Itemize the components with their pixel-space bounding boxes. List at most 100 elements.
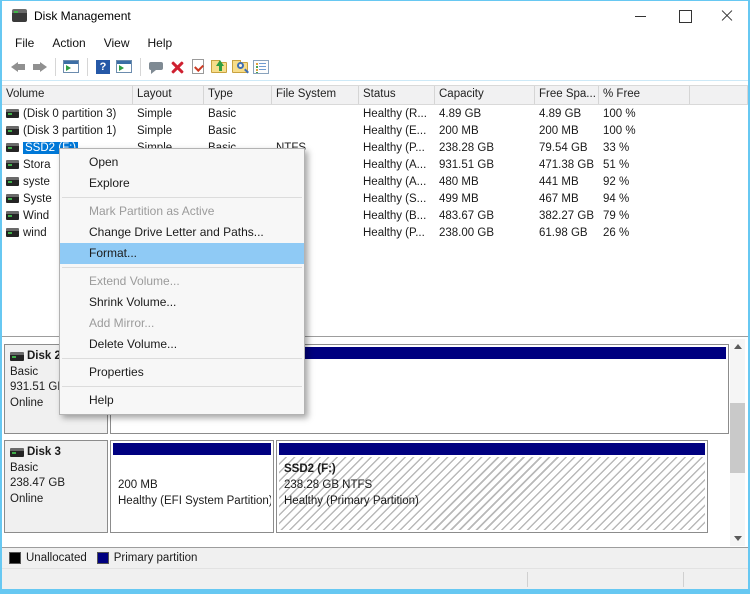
status-bar [2, 568, 748, 589]
menu-item-explore[interactable]: Explore [60, 173, 304, 194]
primary-partition-swatch [96, 552, 109, 564]
volume-name: (Disk 0 partition 3) [23, 107, 117, 120]
cell-free-space: 467 MB [539, 192, 579, 205]
volume-icon [6, 143, 19, 152]
menu-separator [62, 386, 302, 387]
menu-item-mark-partition-active: Mark Partition as Active [89, 204, 215, 218]
menu-item-open[interactable]: Open [60, 152, 304, 173]
cell-free-space: 382.27 GB [539, 209, 594, 222]
close-button[interactable] [710, 1, 744, 31]
volume-icon [6, 194, 19, 203]
toolbar-separator [87, 57, 88, 76]
cell-capacity: 931.51 GB [439, 158, 494, 171]
disk3-label[interactable]: Disk 3 Basic 238.47 GB Online [4, 440, 108, 533]
window-title: Disk Management [34, 9, 131, 23]
volume-name: wind [23, 226, 47, 239]
legend-label: Primary partition [113, 552, 198, 564]
disk3-name: Disk 3 [27, 446, 61, 458]
menu-item-properties[interactable]: Properties [60, 362, 304, 383]
folder-search-icon[interactable] [231, 58, 250, 76]
delete-x-icon[interactable] [168, 58, 187, 76]
cell-free-space: 79.54 GB [539, 141, 588, 154]
menu-item-help[interactable]: Help [60, 390, 304, 411]
menu-item-format[interactable]: Format... [60, 243, 304, 264]
forward-arrow-icon[interactable] [30, 58, 49, 76]
unallocated-swatch [9, 552, 21, 564]
menu-item-add-mirror: Add Mirror... [89, 316, 155, 330]
cell-pct-free: 92 % [603, 175, 630, 188]
cell-type: Basic [208, 124, 237, 137]
cell-status: Healthy (A... [363, 158, 427, 171]
column-type[interactable]: Type [204, 86, 272, 104]
partition-size: 238.28 GB NTFS [284, 479, 373, 491]
action-pane-icon[interactable] [147, 58, 166, 76]
cell-capacity: 238.00 GB [439, 226, 494, 239]
column-file-system[interactable]: File System [272, 86, 359, 104]
menu-action[interactable]: Action [43, 34, 94, 52]
folder-up-icon[interactable] [210, 58, 229, 76]
console-tree-icon[interactable] [62, 58, 81, 76]
menu-file[interactable]: File [6, 34, 43, 52]
menu-item-shrink-volume[interactable]: Shrink Volume... [60, 292, 304, 313]
volume-icon [6, 160, 19, 169]
volume-icon [6, 126, 19, 135]
legend-label: Unallocated [26, 552, 87, 564]
menu-item-delete-volume[interactable]: Delete Volume... [60, 334, 304, 355]
disk3-size: 238.47 GB [10, 477, 65, 489]
partition-name: SSD2 (F:) [284, 463, 336, 475]
disk-icon [10, 352, 24, 362]
volume-icon [6, 211, 19, 220]
cell-status: Healthy (P... [363, 141, 425, 154]
column-layout[interactable]: Layout [133, 86, 204, 104]
column-status[interactable]: Status [359, 86, 435, 104]
menu-separator [62, 267, 302, 268]
partition-status: Healthy (EFI System Partition) [118, 495, 271, 507]
cell-pct-free: 51 % [603, 158, 630, 171]
cell-free-space: 4.89 GB [539, 107, 582, 120]
cell-pct-free: 26 % [603, 226, 630, 239]
statusbar-separator [683, 572, 684, 587]
console-detail-icon[interactable] [115, 58, 134, 76]
volume-name: syste [23, 175, 50, 188]
table-row[interactable]: (Disk 0 partition 3) Simple Basic Health… [2, 105, 748, 122]
back-arrow-icon[interactable] [9, 58, 28, 76]
maximize-button[interactable] [668, 1, 702, 31]
minimize-button[interactable] [624, 1, 658, 31]
properties-icon[interactable] [252, 58, 271, 76]
cell-capacity: 4.89 GB [439, 107, 482, 120]
scroll-down-arrow-icon[interactable] [730, 530, 745, 546]
graph-scrollbar[interactable] [730, 339, 745, 546]
column-pct-free[interactable]: % Free [599, 86, 690, 104]
cell-status: Healthy (A... [363, 175, 427, 188]
volume-name: Syste [23, 192, 52, 205]
cell-free-space: 200 MB [539, 124, 579, 137]
help-icon[interactable] [94, 58, 113, 76]
context-menu: Open Explore Mark Partition as Active Ch… [59, 148, 305, 415]
disk2-name: Disk 2 [27, 350, 61, 362]
app-icon[interactable] [12, 9, 27, 22]
volume-name: (Disk 3 partition 1) [23, 124, 117, 137]
menu-separator [62, 197, 302, 198]
cell-type: Basic [208, 107, 237, 120]
column-free-space[interactable]: Free Spa... [535, 86, 599, 104]
menu-help[interactable]: Help [139, 34, 182, 52]
volume-icon [6, 228, 19, 237]
check-document-icon[interactable] [189, 58, 208, 76]
disk-management-window: Disk Management File Action View Help Vo… [0, 0, 750, 594]
toolbar [2, 53, 748, 81]
volume-name: Stora [23, 158, 51, 171]
column-capacity[interactable]: Capacity [435, 86, 535, 104]
scrollbar-thumb[interactable] [730, 403, 745, 473]
cell-pct-free: 33 % [603, 141, 630, 154]
menu-item-extend-volume: Extend Volume... [89, 274, 180, 288]
table-row[interactable]: (Disk 3 partition 1) Simple Basic Health… [2, 122, 748, 139]
column-volume[interactable]: Volume [2, 86, 133, 104]
disk3-partition-ssd2[interactable]: SSD2 (F:) 238.28 GB NTFS Healthy (Primar… [276, 440, 708, 533]
menubar: File Action View Help [2, 32, 748, 53]
menu-view[interactable]: View [95, 34, 139, 52]
cell-pct-free: 100 % [603, 107, 636, 120]
scroll-up-arrow-icon[interactable] [730, 339, 745, 355]
disk3-partition-efi[interactable]: 200 MB Healthy (EFI System Partition) [110, 440, 274, 533]
menu-item-change-drive-letter[interactable]: Change Drive Letter and Paths... [60, 222, 304, 243]
partition-status: Healthy (Primary Partition) [284, 495, 419, 507]
